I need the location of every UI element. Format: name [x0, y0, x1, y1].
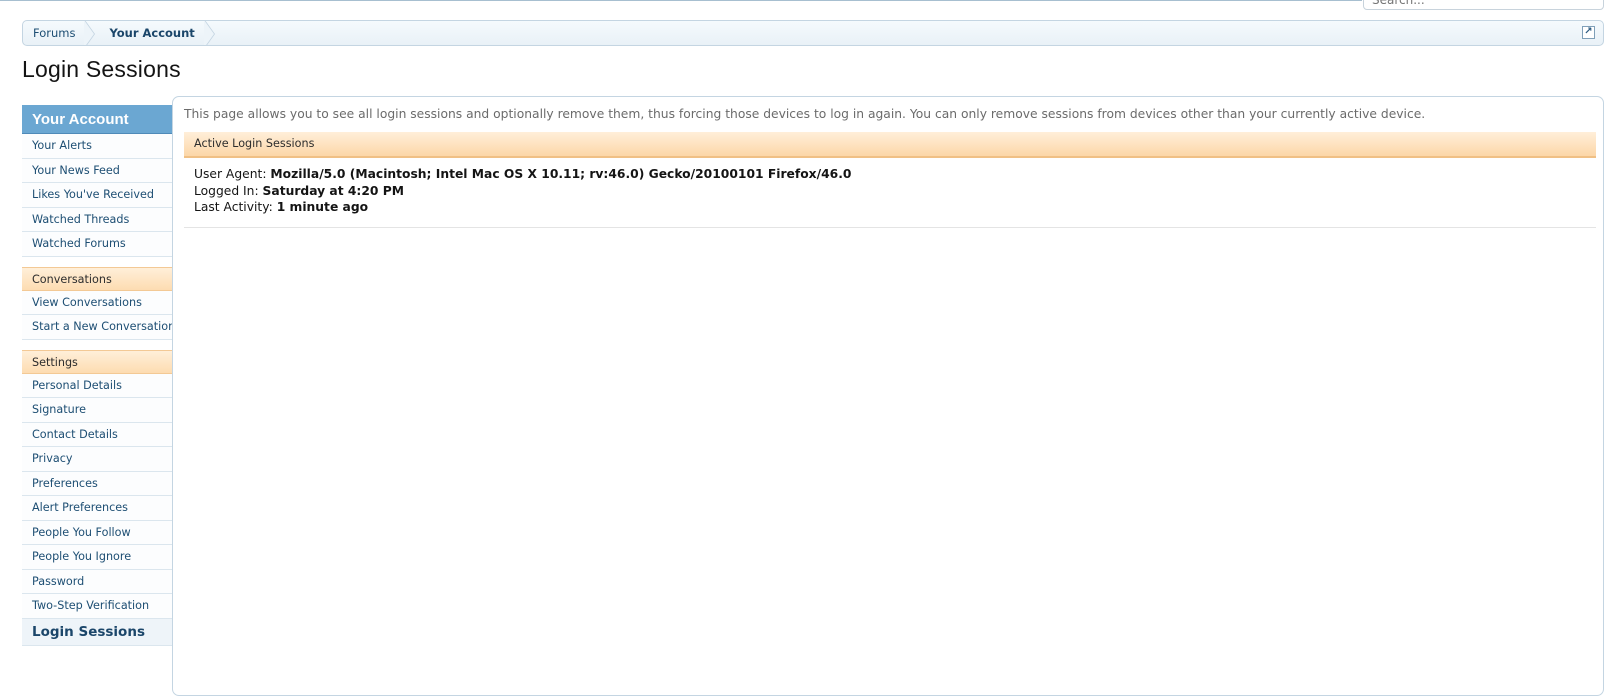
main-content: This page allows you to see all login se…: [172, 96, 1604, 696]
breadcrumb: Forums Your Account ↗: [22, 20, 1604, 46]
breadcrumb-your-account[interactable]: Your Account: [97, 21, 216, 45]
breadcrumb-forums[interactable]: Forums: [23, 21, 97, 45]
session-last-activity: Last Activity: 1 minute ago: [194, 199, 1596, 216]
sidebar-item-watched-forums[interactable]: Watched Forums: [22, 232, 172, 257]
session-item: User Agent: Mozilla/5.0 (Macintosh; Inte…: [184, 166, 1596, 228]
sidebar-item-your-alerts[interactable]: Your Alerts: [22, 134, 172, 159]
logged-in-label: Logged In:: [194, 183, 259, 198]
account-sidebar: Your Account Your Alerts Your News Feed …: [22, 105, 175, 646]
sidebar-item-people-you-follow[interactable]: People You Follow: [22, 520, 172, 545]
session-logged-in: Logged In: Saturday at 4:20 PM: [194, 183, 1596, 200]
last-activity-value: 1 minute ago: [276, 200, 369, 214]
sidebar-section-settings: Settings: [22, 349, 172, 374]
jump-arrow-icon[interactable]: ↗: [1582, 26, 1595, 39]
sidebar-item-login-sessions[interactable]: Login Sessions: [22, 618, 172, 646]
sidebar-item-people-you-ignore[interactable]: People You Ignore: [22, 545, 172, 570]
sidebar-item-view-conversations[interactable]: View Conversations: [22, 290, 172, 315]
sidebar-header-your-account[interactable]: Your Account: [22, 105, 172, 134]
header-divider: [0, 0, 1362, 1]
session-user-agent: User Agent: Mozilla/5.0 (Macintosh; Inte…: [194, 166, 1596, 183]
sidebar-item-preferences[interactable]: Preferences: [22, 471, 172, 496]
search-input[interactable]: [1364, 0, 1603, 10]
sidebar-item-password[interactable]: Password: [22, 569, 172, 594]
search-box[interactable]: [1363, 0, 1604, 10]
sidebar-item-signature[interactable]: Signature: [22, 398, 172, 423]
sidebar-item-likes-received[interactable]: Likes You've Received: [22, 183, 172, 208]
sidebar-item-two-step-verification[interactable]: Two-Step Verification: [22, 594, 172, 619]
sidebar-item-privacy[interactable]: Privacy: [22, 447, 172, 472]
active-sessions-header: Active Login Sessions: [184, 132, 1596, 158]
user-agent-value: Mozilla/5.0 (Macintosh; Intel Mac OS X 1…: [270, 167, 852, 181]
sidebar-item-alert-preferences[interactable]: Alert Preferences: [22, 496, 172, 521]
sidebar-section-conversations: Conversations: [22, 266, 172, 291]
sidebar-item-news-feed[interactable]: Your News Feed: [22, 158, 172, 183]
user-agent-label: User Agent:: [194, 167, 267, 181]
sidebar-item-contact-details[interactable]: Contact Details: [22, 422, 172, 447]
sidebar-item-start-conversation[interactable]: Start a New Conversation: [22, 315, 175, 340]
page-description: This page allows you to see all login se…: [184, 107, 1426, 121]
sidebar-item-personal-details[interactable]: Personal Details: [22, 373, 172, 398]
sidebar-item-watched-threads[interactable]: Watched Threads: [22, 207, 172, 232]
last-activity-label: Last Activity:: [194, 200, 273, 214]
page-title: Login Sessions: [22, 56, 181, 82]
logged-in-value: Saturday at 4:20 PM: [262, 183, 404, 198]
